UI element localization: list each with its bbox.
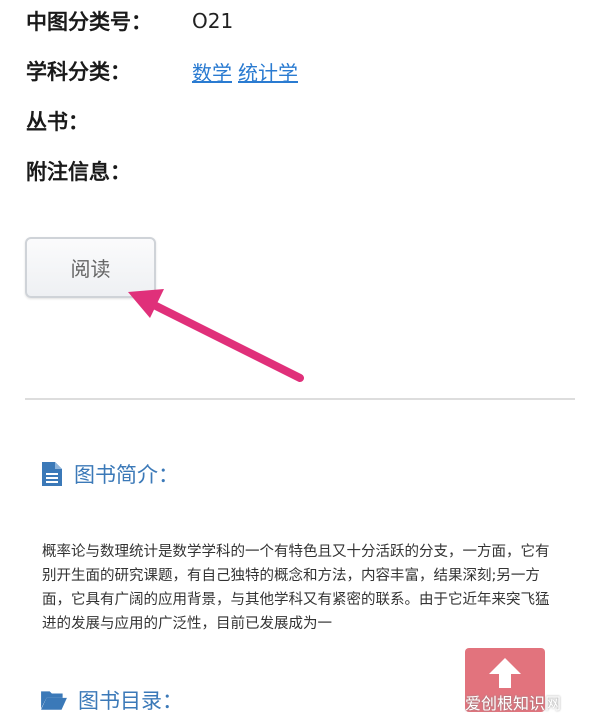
document-icon xyxy=(42,462,62,486)
watermark-text: 爱创根知识网 xyxy=(465,694,562,713)
divider xyxy=(25,398,575,400)
intro-section-header: 图书简介： xyxy=(40,459,179,489)
intro-title: 图书简介： xyxy=(74,463,179,487)
toc-section-header: 图书目录： xyxy=(40,685,183,715)
toc-title: 图书目录： xyxy=(78,689,183,713)
intro-text: 概率论与数理统计是数学学科的一个有特色且又十分活跃的分支，一方面，它有别开生面的… xyxy=(42,544,550,632)
folder-open-icon xyxy=(41,691,67,710)
up-arrow-icon xyxy=(489,658,521,688)
